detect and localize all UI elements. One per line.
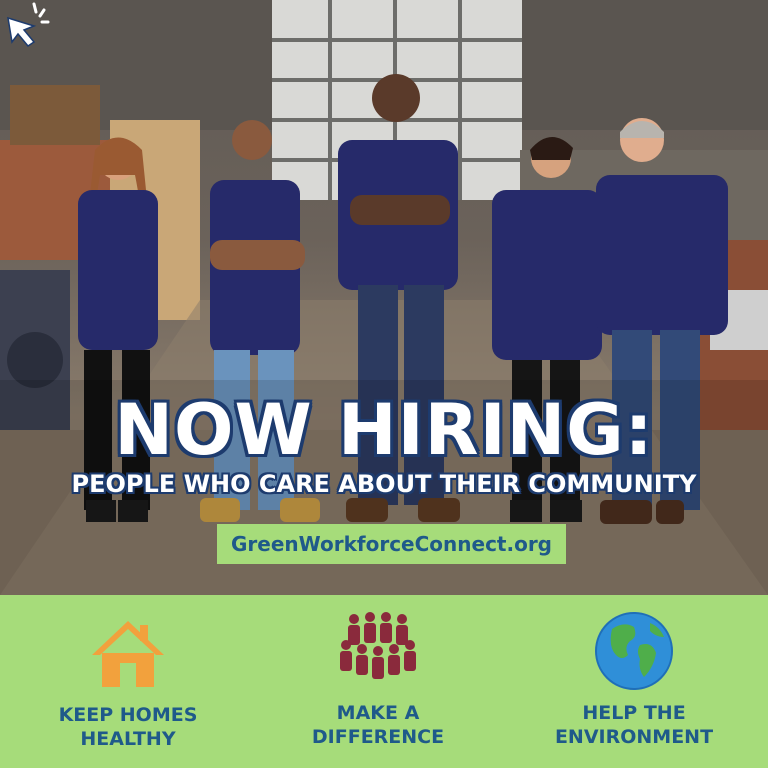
feature-label-line2: HEALTHY xyxy=(80,728,176,750)
website-link-text[interactable]: GreenWorkforceConnect.org xyxy=(231,532,552,556)
feature-label-line2: DIFFERENCE xyxy=(311,726,445,748)
feature-label-line2: ENVIRONMENT xyxy=(554,726,714,748)
feature-make-a-difference: MAKE A DIFFERENCE xyxy=(250,595,506,768)
feature-help-the-environment: HELP THE ENVIRONMENT xyxy=(506,595,762,768)
subheadline: PEOPLE WHO CARE ABOUT THEIR COMMUNITY xyxy=(71,470,697,498)
workshop-scene xyxy=(0,0,768,595)
website-link[interactable]: GreenWorkforceConnect.org xyxy=(217,524,566,564)
team-photo: NOW HIRING: PEOPLE WHO CARE ABOUT THEIR … xyxy=(0,0,768,595)
feature-label-line1: HELP THE xyxy=(582,702,686,724)
feature-keep-homes-healthy: KEEP HOMES HEALTHY xyxy=(0,595,256,768)
globe-icon xyxy=(595,612,673,690)
headline: NOW HIRING: xyxy=(114,389,654,471)
feature-label-line1: KEEP HOMES xyxy=(58,704,198,726)
house-icon xyxy=(92,621,164,687)
hiring-poster: NOW HIRING: PEOPLE WHO CARE ABOUT THEIR … xyxy=(0,0,768,768)
features-panel: KEEP HOMES HEALTHY MAKE A DIFFERENCE HEL… xyxy=(0,595,768,768)
click-cursor-icon xyxy=(7,2,50,47)
people-group-icon xyxy=(340,612,416,679)
feature-label-line1: MAKE A xyxy=(336,702,420,724)
